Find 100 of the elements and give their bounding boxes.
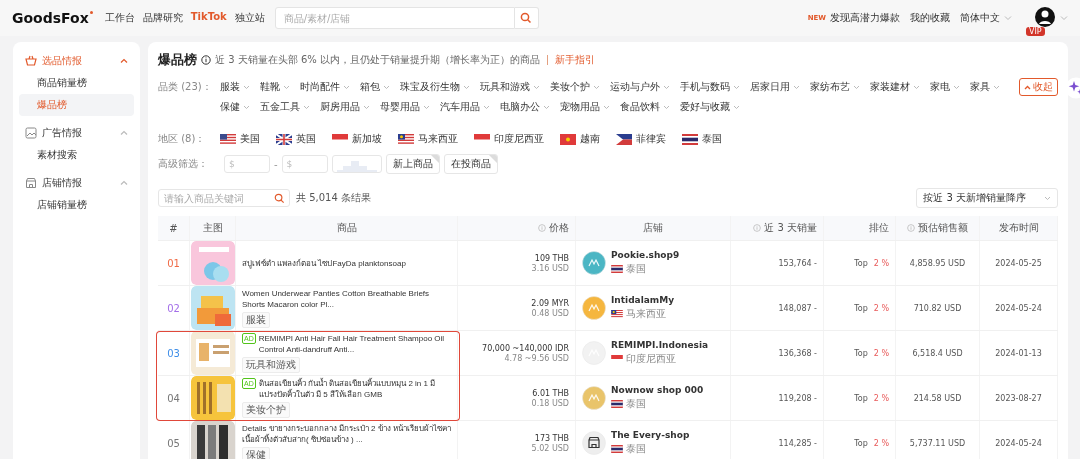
chevron-icon xyxy=(663,84,670,90)
search-icon[interactable] xyxy=(274,193,285,204)
category-dropdown[interactable]: 玩具和游戏 xyxy=(480,78,540,96)
rank-number: 04 xyxy=(167,392,180,404)
category-dropdown[interactable]: 居家日用 xyxy=(750,78,800,96)
chevron-icon xyxy=(363,104,370,110)
publish-date: 2024-05-24 xyxy=(995,303,1042,313)
category-dropdown[interactable]: 爱好与收藏 xyxy=(680,98,740,116)
filter-toggle[interactable]: 新上商品 xyxy=(385,154,440,174)
region-option[interactable]: 泰国 xyxy=(682,130,722,148)
category-dropdown[interactable]: 鞋靴 xyxy=(260,78,290,96)
page-title: 爆品榜 xyxy=(158,51,197,69)
product-title[interactable]: ดินสอเขียนคิ้ว กันน้ำ ดินสอเขียนคิ้วแบบหมุน 2 in 1 มีแปรงปัดคิ้วในตัว มี 5 สีให้เลือก GMB xyxy=(258,378,451,400)
category-dropdown[interactable]: 手机与数码 xyxy=(680,78,740,96)
category-dropdown[interactable]: 汽车用品 xyxy=(440,98,490,116)
min-price-field[interactable]: $ xyxy=(224,155,270,173)
category-dropdown[interactable]: 家电 xyxy=(930,78,960,96)
category-dropdown[interactable]: 电脑办公 xyxy=(500,98,550,116)
category-dropdown[interactable]: 厨房用品 xyxy=(320,98,370,116)
category-dropdown[interactable]: 运动与户外 xyxy=(610,78,670,96)
category-dropdown[interactable]: 家纺布艺 xyxy=(810,78,860,96)
search-button[interactable] xyxy=(514,7,539,29)
category-dropdown[interactable]: 美妆个护 xyxy=(550,78,600,96)
region-option[interactable]: 马来西亚 xyxy=(398,130,458,148)
price: 2.09 MYR xyxy=(531,298,569,308)
rank-number: 02 xyxy=(167,302,180,314)
rank-number: 05 xyxy=(167,437,180,449)
category-dropdown[interactable]: 保健 xyxy=(220,98,250,116)
chevron-icon xyxy=(120,180,128,186)
column-header: # xyxy=(169,222,178,234)
chevron-icon xyxy=(543,104,550,110)
store-name[interactable]: REMIMPI.Indonesia xyxy=(611,340,709,350)
category-dropdown[interactable]: 家装建材 xyxy=(870,78,920,96)
store-name[interactable]: Pookie.shop9 xyxy=(611,250,680,260)
category-dropdown[interactable]: 服装 xyxy=(220,78,250,96)
product-title[interactable]: Women Underwear Panties Cotton Breathable Briefs Shorts Macaron color Pl... xyxy=(242,288,451,310)
sidebar-item[interactable]: 素材搜索 xyxy=(19,144,134,166)
region-option[interactable]: 英国 xyxy=(276,130,316,148)
chevron-icon xyxy=(120,58,128,64)
sidebar-item[interactable]: 爆品榜 xyxy=(19,94,134,116)
sidebar-group[interactable]: 广告情报 xyxy=(19,122,134,144)
rank-label: Top xyxy=(854,303,868,313)
category-dropdown[interactable]: 母婴用品 xyxy=(380,98,430,116)
product-title[interactable]: Details ขายางกระบอกกลาง มีกระเป๋า 2 ข้าง หน้าเรียบผ้าไซคา เนื้อผ้าทิ้งตัวสับสาก( ซิปซ่อนข้าง ) ... xyxy=(242,423,451,445)
avatar-icon[interactable] xyxy=(1034,6,1056,28)
region-option[interactable]: 越南 xyxy=(560,130,600,148)
collapse-button[interactable]: 收起 xyxy=(1019,78,1058,96)
region-option[interactable]: 菲律宾 xyxy=(616,130,666,148)
product-title[interactable]: สบู่เฟซ์ดำ แพลงก์ตอน ไซปFayDa planktonsoap xyxy=(242,257,406,269)
flag-icon xyxy=(560,133,576,145)
result-count: 共 5,014 条结果 xyxy=(296,191,371,205)
region-option[interactable]: 新加坡 xyxy=(332,130,382,148)
chevron-icon xyxy=(533,84,540,90)
chevron-icon xyxy=(243,84,250,90)
store-name[interactable]: The Every-shop xyxy=(611,430,690,440)
category-dropdown[interactable]: 时尚配件 xyxy=(300,78,350,96)
revenue: 6,518.4 USD xyxy=(912,348,963,358)
keyword-field[interactable]: 请输入商品关键词 xyxy=(158,189,290,207)
filter-label: 品类 (23)： xyxy=(158,80,213,94)
nav-link[interactable]: 品牌研究 xyxy=(142,11,183,25)
guide-link[interactable]: 新手指引 xyxy=(554,53,595,67)
category-dropdown[interactable]: 家具 xyxy=(970,78,1000,96)
search-field[interactable]: 商品/素材/店铺 xyxy=(274,7,515,29)
filter-toggle[interactable]: 在投商品 xyxy=(443,154,498,174)
category-dropdown[interactable]: 宠物用品 xyxy=(560,98,610,116)
store-name[interactable]: Nownow shop 000 xyxy=(611,385,704,395)
category-tag: 美妆个护 xyxy=(242,402,290,418)
rank-label: Top xyxy=(854,393,868,403)
search-icon xyxy=(520,12,533,24)
nav-link[interactable]: 独立站 xyxy=(234,11,265,25)
page-description: 近 3 天销量在头部 6% 以内，且仍处于销量提升期（增长率为正）的商品 xyxy=(215,53,540,67)
discover-link[interactable]: 发现高潜力爆款 xyxy=(830,11,900,25)
range-separator: - xyxy=(274,158,278,170)
favorites-link[interactable]: 我的收藏 xyxy=(910,11,950,25)
sidebar-item[interactable]: 店铺销量榜 xyxy=(19,194,134,216)
category-dropdown[interactable]: 食品饮料 xyxy=(620,98,670,116)
category-dropdown[interactable]: 五金工具 xyxy=(260,98,310,116)
chevron-icon xyxy=(853,84,860,90)
nav-link[interactable]: 工作台 xyxy=(104,11,135,25)
flag-icon xyxy=(398,133,414,145)
language-select[interactable]: 简体中文 xyxy=(960,11,1000,25)
max-price-field[interactable]: $ xyxy=(281,155,328,173)
store-name[interactable]: IntidalamMy xyxy=(611,295,675,305)
product-title[interactable]: REMIMPI Anti Hair Fall Hair Treatment Shampoo Oil Control Anti-dandruff Anti... xyxy=(258,333,451,355)
sidebar-group[interactable]: 选品情报 xyxy=(19,50,134,72)
sales-count: 136,368 - xyxy=(778,348,817,358)
category-dropdown[interactable]: 珠宝及衍生物 xyxy=(400,78,470,96)
region-option[interactable]: 印度尼西亚 xyxy=(474,130,544,148)
publish-date: 2024-05-25 xyxy=(995,258,1042,268)
rank-label: Top xyxy=(854,348,868,358)
flag-icon xyxy=(220,133,236,145)
sort-select[interactable]: 按近 3 天新增销量降序 xyxy=(916,188,1058,208)
region-option[interactable]: 美国 xyxy=(220,130,260,148)
category-dropdown[interactable]: 箱包 xyxy=(360,78,390,96)
sidebar-item[interactable]: 商品销量榜 xyxy=(19,72,134,94)
sidebar-group[interactable]: 店铺情报 xyxy=(19,172,134,194)
store-country: 泰国 xyxy=(626,262,646,276)
revenue: 214.58 USD xyxy=(913,393,962,403)
filter-label: 地区 (8)： xyxy=(158,132,207,146)
chevron-icon xyxy=(383,84,390,90)
